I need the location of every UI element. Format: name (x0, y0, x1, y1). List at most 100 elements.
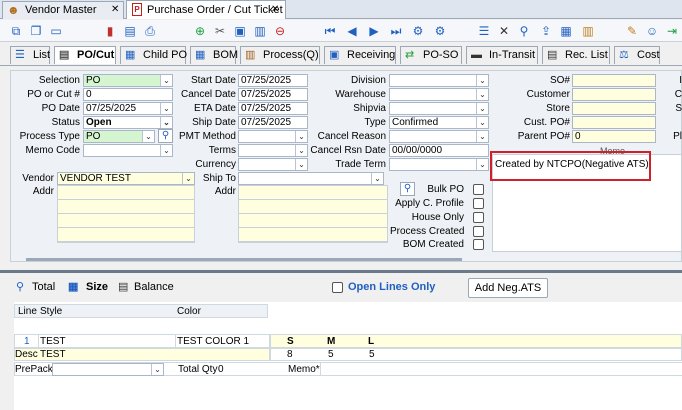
add-neg-ats-button[interactable]: Add Neg.ATS (468, 278, 548, 298)
tab-process[interactable]: ▥ Process(Q) (240, 46, 320, 64)
next-record-icon[interactable]: ▶ (366, 23, 382, 39)
tab-total[interactable]: ⚲ Total (14, 279, 55, 296)
horizontal-scrollbar[interactable] (26, 258, 462, 261)
so-number-field[interactable] (572, 74, 656, 87)
chevron-down-icon[interactable]: ⌄ (160, 103, 172, 114)
division-field[interactable]: ⌄ (389, 74, 489, 87)
row-color[interactable]: TEST COLOR 1 (177, 336, 249, 347)
vendor-addr-block[interactable] (57, 185, 195, 243)
open-lines-checkbox[interactable] (332, 282, 343, 293)
chevron-down-icon[interactable]: ⌄ (151, 364, 163, 375)
tab-po-so[interactable]: ⇄ PO-SO (400, 46, 462, 64)
settings-icon[interactable]: ⚙ (410, 23, 426, 39)
tab-size[interactable]: ▦ Size (66, 279, 108, 296)
chevron-down-icon[interactable]: ⌄ (476, 103, 488, 114)
house-only-checkbox[interactable] (473, 212, 484, 223)
delete-icon[interactable]: ▮ (102, 23, 118, 39)
ship-to-addr-block[interactable] (238, 185, 388, 243)
cancel-reason-field[interactable]: ⌄ (389, 130, 489, 143)
qty-l[interactable]: 5 (369, 349, 375, 360)
store-field[interactable] (572, 102, 656, 115)
memo-code-field[interactable]: ⌄ (83, 144, 173, 157)
apply-c-profile-checkbox[interactable] (473, 198, 484, 209)
doc-tab-purchase-order[interactable]: P Purchase Order / Cut Ticket ✕ (126, 0, 286, 19)
chevron-down-icon[interactable]: ⌄ (295, 131, 307, 142)
users-icon[interactable]: ☺ (644, 23, 660, 39)
tab-bom[interactable]: ▦ BOM (190, 46, 238, 64)
chevron-down-icon[interactable]: ⌄ (142, 131, 154, 142)
cancel-date-field[interactable]: 07/25/2025 (238, 88, 308, 101)
exit-icon[interactable]: ⇥ (664, 23, 680, 39)
chevron-down-icon[interactable]: ⌄ (160, 117, 172, 128)
chevron-down-icon[interactable]: ⌄ (160, 145, 172, 156)
paste-icon[interactable]: ▥ (252, 23, 268, 39)
warehouse-field[interactable]: ⌄ (389, 88, 489, 101)
pmt-method-field[interactable]: ⌄ (238, 130, 308, 143)
cust-po-field[interactable] (572, 116, 656, 129)
first-record-icon[interactable]: ⏮ (322, 23, 338, 39)
eta-date-field[interactable]: 07/25/2025 (238, 102, 308, 115)
config-icon[interactable]: ⚙ (432, 23, 448, 39)
status-field[interactable]: Open ⌄ (83, 116, 173, 129)
trade-term-field[interactable]: ⌄ (389, 158, 489, 171)
po-date-field[interactable]: 07/25/2025 ⌄ (83, 102, 173, 115)
bom-created-checkbox[interactable] (473, 239, 484, 250)
search-icon[interactable]: ⚲ (516, 23, 532, 39)
qty-m[interactable]: 5 (328, 349, 334, 360)
selection-field[interactable]: PO ⌄ (83, 74, 173, 87)
chevron-down-icon[interactable]: ⌄ (476, 75, 488, 86)
tab-balance[interactable]: ▤ Balance (116, 279, 174, 296)
last-record-icon[interactable]: ⏭ (388, 23, 404, 39)
chevron-down-icon[interactable]: ⌄ (371, 173, 383, 184)
chevron-down-icon[interactable]: ⌄ (476, 131, 488, 142)
chevron-down-icon[interactable]: ⌄ (476, 117, 488, 128)
windows-icon[interactable]: ▭ (48, 23, 64, 39)
cut-icon[interactable]: ✂ (212, 23, 228, 39)
start-date-field[interactable]: 07/25/2025 (238, 74, 308, 87)
remove-icon[interactable]: ⊖ (272, 23, 288, 39)
splitter[interactable] (0, 270, 682, 273)
bulk-po-checkbox[interactable] (473, 184, 484, 195)
chart-icon[interactable]: ▥ (580, 23, 596, 39)
tab-child-po[interactable]: ▦ Child PO (120, 46, 187, 64)
doc-tab-vendor-master[interactable]: ☻ Vendor Master ✕ (2, 1, 124, 19)
chevron-down-icon[interactable]: ⌄ (160, 75, 172, 86)
process-created-checkbox[interactable] (473, 226, 484, 237)
copy-row-icon[interactable]: ▣ (232, 23, 248, 39)
search-icon[interactable]: ⚲ (158, 129, 173, 143)
prepack-field[interactable]: ⌄ (52, 363, 164, 376)
add-icon[interactable]: ⊕ (192, 23, 208, 39)
memo-star-field[interactable] (320, 363, 682, 375)
ship-date-field[interactable]: 07/25/2025 (238, 116, 308, 129)
list-icon[interactable]: ☰ (476, 23, 492, 39)
chevron-down-icon[interactable]: ⌄ (295, 145, 307, 156)
cancel-rsn-date-field[interactable]: 00/00/0000 (389, 144, 489, 157)
save-icon[interactable]: ▤ (122, 23, 138, 39)
currency-field[interactable]: ⌄ (238, 158, 308, 171)
print-icon[interactable]: ⎙ (142, 23, 158, 39)
tab-cost[interactable]: ⚖ Cost (614, 46, 660, 64)
close-icon[interactable]: ✕ (111, 4, 119, 15)
chevron-down-icon[interactable]: ⌄ (476, 89, 488, 100)
qty-s[interactable]: 8 (287, 349, 293, 360)
chevron-down-icon[interactable]: ⌄ (182, 173, 194, 184)
copy-icon[interactable]: ❐ (28, 23, 44, 39)
tab-po-cut[interactable]: ▤ PO/Cut (54, 46, 116, 64)
upload-icon[interactable]: ⇪ (538, 23, 554, 39)
chevron-down-icon[interactable]: ⌄ (295, 159, 307, 170)
edit-icon[interactable]: ✎ (624, 23, 640, 39)
tab-in-transit[interactable]: ▬ In-Transit (466, 46, 538, 64)
parent-po-field[interactable]: 0 (572, 130, 656, 143)
vendor-field[interactable]: VENDOR TEST ⌄ (57, 172, 195, 185)
grid-icon[interactable]: ▦ (558, 23, 574, 39)
tab-receiving[interactable]: ▣ Receiving (324, 46, 396, 64)
type-field[interactable]: Confirmed ⌄ (389, 116, 489, 129)
tab-list[interactable]: ☰ List (10, 46, 50, 64)
desc-value[interactable]: TEST (40, 349, 66, 360)
clear-icon[interactable]: ✕ (496, 23, 512, 39)
ship-to-field[interactable]: ⌄ (238, 172, 384, 185)
close-icon[interactable]: ✕ (271, 4, 279, 15)
prev-record-icon[interactable]: ◀ (344, 23, 360, 39)
chevron-down-icon[interactable]: ⌄ (476, 159, 488, 170)
customer-field[interactable] (572, 88, 656, 101)
